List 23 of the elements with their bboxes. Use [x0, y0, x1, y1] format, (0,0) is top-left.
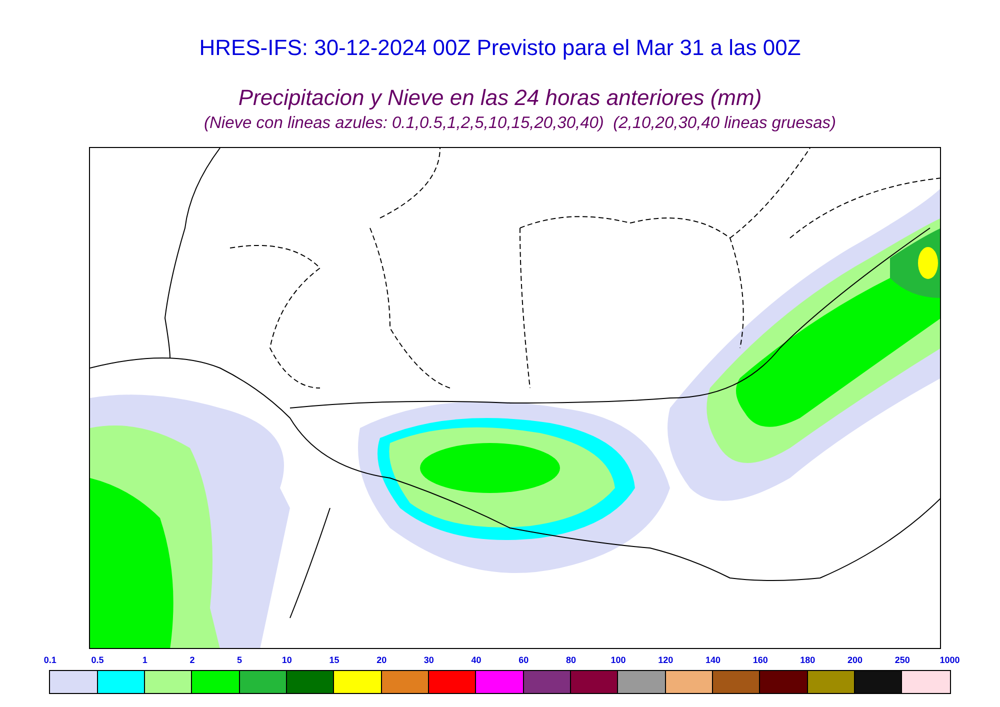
- legend-label: 2: [188, 654, 196, 666]
- legend-label: 1000: [938, 654, 961, 666]
- legend-label: 15: [328, 654, 340, 666]
- legend-label: 200: [846, 654, 864, 666]
- legend-label: 100: [610, 654, 627, 666]
- legend-label: 160: [752, 654, 769, 666]
- legend-label: 80: [564, 654, 577, 666]
- legend-label: 10: [280, 654, 293, 666]
- legend-label: 140: [704, 654, 722, 666]
- legend-label: 60: [518, 654, 530, 666]
- legend-label: 30: [422, 654, 435, 666]
- legend-label: 40: [470, 654, 482, 666]
- legend-label: 120: [657, 654, 674, 666]
- chart-title: HRES-IFS: 30-12-2024 00Z Previsto para el Mar 31 a las 00Z: [199, 34, 801, 62]
- legend-label: 250: [894, 654, 911, 666]
- chart-note: (Nieve con lineas azules: 0.1,0.5,1,2,5,10,15,20,30,40) (2,10,20,30,40 lineas gruesas): [204, 113, 836, 134]
- legend-label: 1: [141, 654, 148, 666]
- legend-label: 20: [376, 654, 388, 666]
- legend-label: 0.5: [90, 654, 105, 666]
- chart-subtitle: Precipitacion y Nieve en las 24 horas anteriores (mm): [238, 84, 762, 112]
- legend-label: 0.1: [42, 654, 58, 666]
- legend-label: 5: [236, 654, 244, 666]
- legend-label: 180: [799, 654, 816, 666]
